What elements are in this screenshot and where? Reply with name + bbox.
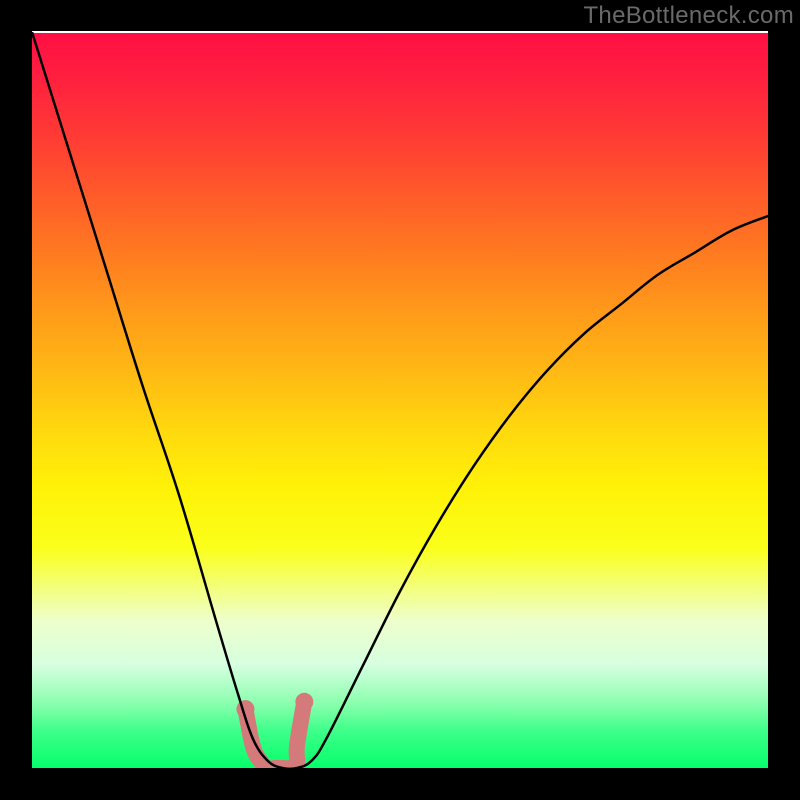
series-bottleneck-curve (32, 32, 768, 768)
watermark-label: TheBottleneck.com (583, 2, 794, 30)
chart-frame: TheBottleneck.com (0, 0, 800, 800)
chart-svg (32, 32, 768, 768)
series-highlight-sweet-spot (245, 702, 304, 768)
